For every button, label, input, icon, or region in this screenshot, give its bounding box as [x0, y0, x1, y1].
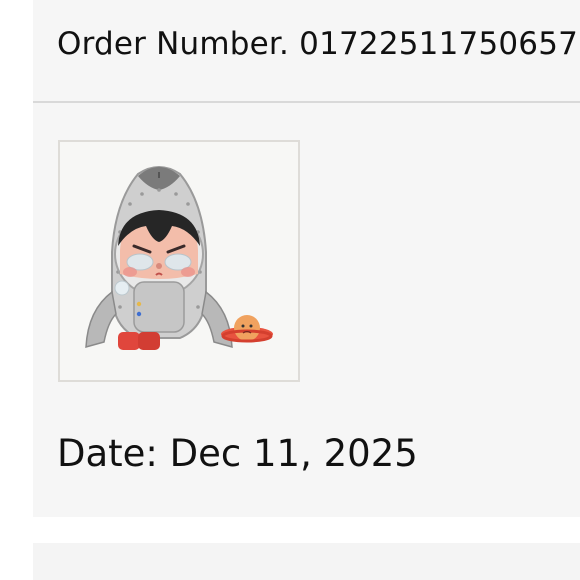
product-thumbnail[interactable]: [58, 140, 300, 382]
order-header: Order Number. 01722511750657: [33, 0, 580, 103]
order-number: Order Number. 01722511750657: [57, 26, 579, 62]
next-order-card[interactable]: [33, 543, 580, 580]
order-date: Date: Dec 11, 2025: [57, 432, 418, 475]
order-card[interactable]: Order Number. 01722511750657 Date: Dec 1…: [33, 0, 580, 517]
rocket-figure-product-image: [85, 166, 273, 350]
